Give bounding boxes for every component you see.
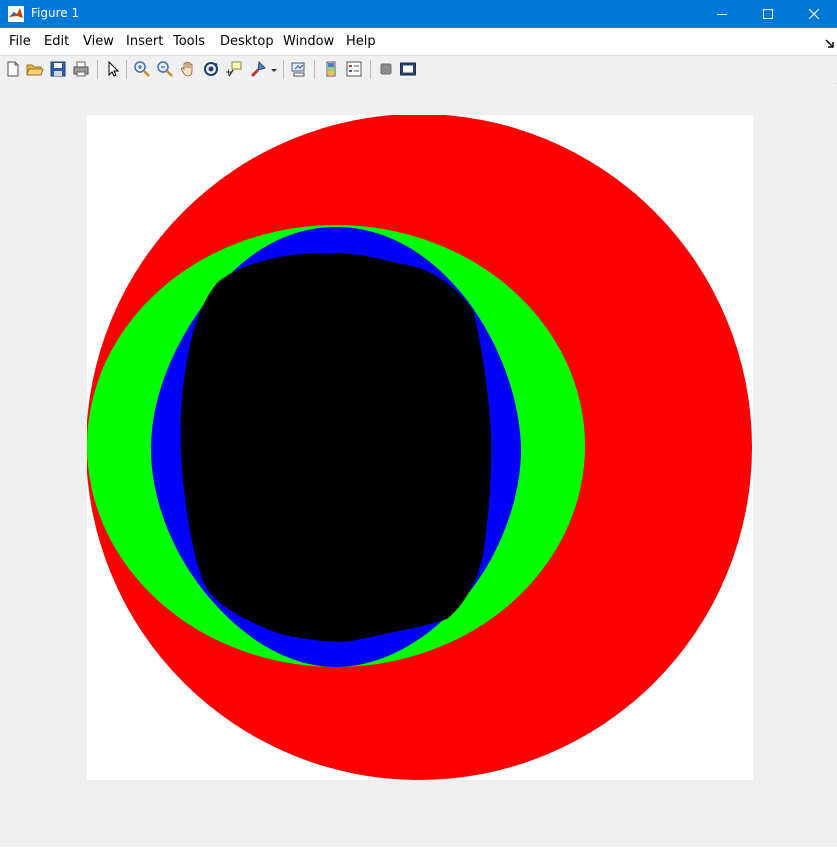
data-cursor-icon[interactable] xyxy=(225,60,243,78)
window-bottom-edge xyxy=(0,847,837,851)
new-figure-icon[interactable] xyxy=(4,60,22,78)
toolbar-separator xyxy=(126,60,127,79)
title-bar[interactable]: Figure 1 xyxy=(0,0,837,28)
edit-plot-icon[interactable] xyxy=(104,60,122,78)
maximize-icon xyxy=(763,9,773,19)
dock-arrow-icon[interactable] xyxy=(825,35,835,48)
window-title: Figure 1 xyxy=(31,6,80,20)
background-window-fragment xyxy=(0,845,110,851)
rotate-3d-icon[interactable] xyxy=(202,60,220,78)
menu-help[interactable]: Help xyxy=(346,34,376,49)
menu-bar: File Edit View Insert Tools Desktop Wind… xyxy=(0,28,837,55)
core-blob xyxy=(180,253,492,642)
menu-window[interactable]: Window xyxy=(283,34,334,49)
menu-view[interactable]: View xyxy=(83,34,114,49)
brush-icon[interactable] xyxy=(249,60,267,78)
plot-axes[interactable] xyxy=(87,115,753,780)
menu-desktop[interactable]: Desktop xyxy=(220,34,274,49)
toolbar-separator xyxy=(370,60,371,79)
maximize-button[interactable] xyxy=(745,0,791,28)
zoom-in-icon[interactable] xyxy=(133,60,151,78)
zoom-out-icon[interactable] xyxy=(156,60,174,78)
minimize-icon xyxy=(717,9,727,19)
close-icon xyxy=(809,9,819,19)
open-file-icon[interactable] xyxy=(26,60,44,78)
toolbar-separator xyxy=(97,60,98,79)
save-icon[interactable] xyxy=(49,60,67,78)
toolbar-separator xyxy=(314,60,315,79)
toolbar-separator xyxy=(283,60,284,79)
figure-toolbar xyxy=(0,55,837,84)
menu-file[interactable]: File xyxy=(9,34,31,49)
menu-tools[interactable]: Tools xyxy=(173,34,205,49)
menu-insert[interactable]: Insert xyxy=(126,34,163,49)
matlab-logo-icon xyxy=(8,6,24,22)
minimize-button[interactable] xyxy=(699,0,745,28)
link-plot-icon[interactable] xyxy=(290,60,308,78)
show-plot-tools-icon[interactable] xyxy=(399,60,417,78)
menu-edit[interactable]: Edit xyxy=(44,34,69,49)
brush-dropdown-icon[interactable] xyxy=(269,60,279,78)
pan-icon[interactable] xyxy=(179,60,197,78)
colorbar-icon[interactable] xyxy=(322,60,340,78)
print-icon[interactable] xyxy=(72,60,90,78)
figure-window: Figure 1 File Edit View Insert Tools Des… xyxy=(0,0,837,851)
legend-icon[interactable] xyxy=(345,60,363,78)
close-button[interactable] xyxy=(791,0,837,28)
hide-plot-tools-icon[interactable] xyxy=(377,60,395,78)
